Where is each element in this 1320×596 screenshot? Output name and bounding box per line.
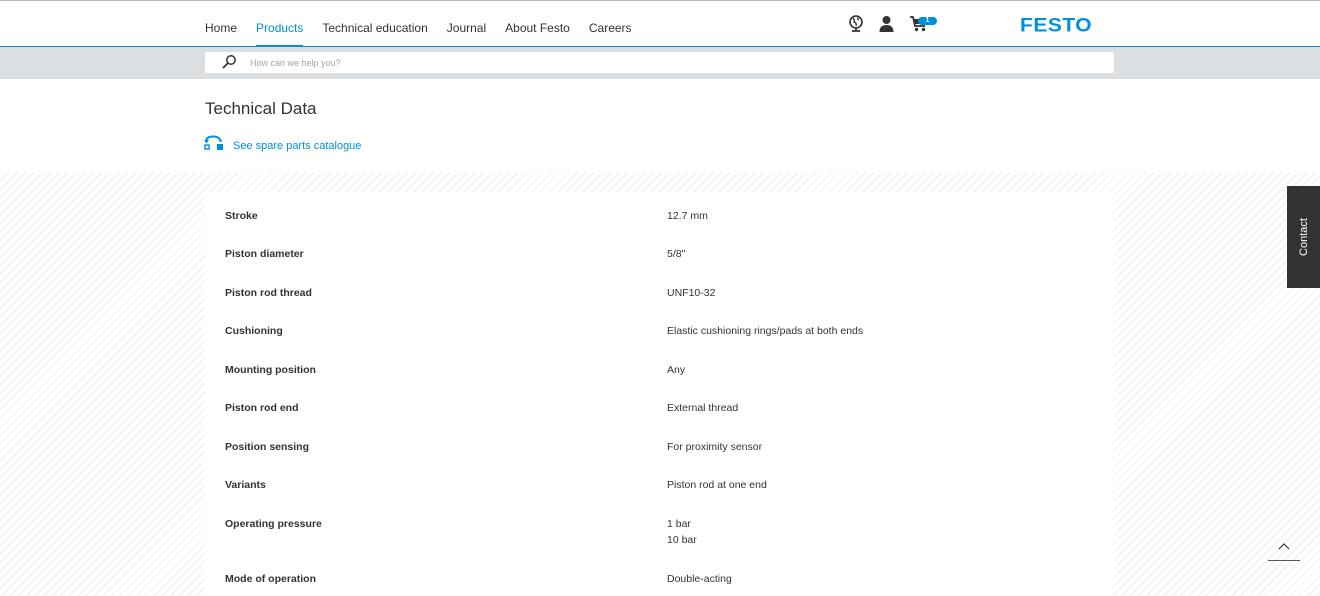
row-value: Piston rod at one end	[667, 479, 767, 491]
festo-logo[interactable]: FESTO	[1020, 16, 1092, 35]
page-title: Technical Data	[205, 99, 317, 118]
back-to-top-button[interactable]	[1268, 535, 1300, 561]
row-value: 12.7 mm	[667, 210, 708, 222]
row-value: For proximity sensor	[667, 441, 763, 453]
main-nav: Home Products Technical education Journa…	[205, 1, 651, 47]
chevron-up-icon	[1278, 543, 1290, 550]
spare-parts-link[interactable]: See spare parts catalogue	[204, 135, 361, 156]
cart-count-badge: 1	[918, 17, 937, 25]
row-value: 10 bar	[667, 534, 697, 546]
search-icon[interactable]	[221, 54, 237, 75]
nav-item-about-festo[interactable]: About Festo	[505, 1, 570, 47]
row-value: Any	[667, 364, 686, 376]
row-value: External thread	[667, 402, 739, 414]
nav-item-products[interactable]: Products	[256, 1, 304, 47]
search-band	[0, 47, 1320, 79]
spare-parts-icon	[204, 135, 224, 156]
row-value: Elastic cushioning rings/pads at both en…	[667, 325, 864, 337]
contact-side-tab[interactable]: Contact	[1287, 186, 1320, 288]
top-header: Home Products Technical education Journa…	[0, 0, 1320, 47]
row-label: Mode of operation	[225, 573, 316, 585]
row-label: Stroke	[225, 210, 258, 222]
nav-item-careers[interactable]: Careers	[589, 1, 632, 47]
nav-item-technical-education[interactable]: Technical education	[322, 1, 427, 47]
row-label: Operating pressure	[225, 518, 322, 530]
contact-label: Contact	[1297, 218, 1310, 256]
search-input[interactable]	[250, 52, 1090, 73]
row-value: 5/8"	[667, 248, 686, 260]
technical-data-table: Stroke 12.7 mm Piston diameter 5/8" Pist…	[205, 192, 1114, 596]
row-value: UNF10-32	[667, 287, 716, 299]
nav-item-home[interactable]: Home	[205, 1, 237, 47]
row-label: Piston diameter	[225, 248, 304, 260]
row-label: Variants	[225, 479, 266, 491]
globe-icon[interactable]	[848, 15, 864, 38]
search-box	[205, 52, 1114, 73]
row-label: Piston rod end	[225, 402, 299, 414]
user-icon[interactable]	[879, 15, 894, 38]
row-label: Piston rod thread	[225, 287, 312, 299]
row-label: Position sensing	[225, 441, 310, 453]
row-value: Double-acting	[667, 573, 732, 585]
spare-parts-label: See spare parts catalogue	[233, 139, 362, 152]
row-label: Mounting position	[225, 364, 316, 376]
row-value: 1 bar	[667, 518, 691, 530]
row-label: Cushioning	[225, 325, 283, 337]
nav-item-journal[interactable]: Journal	[447, 1, 486, 47]
